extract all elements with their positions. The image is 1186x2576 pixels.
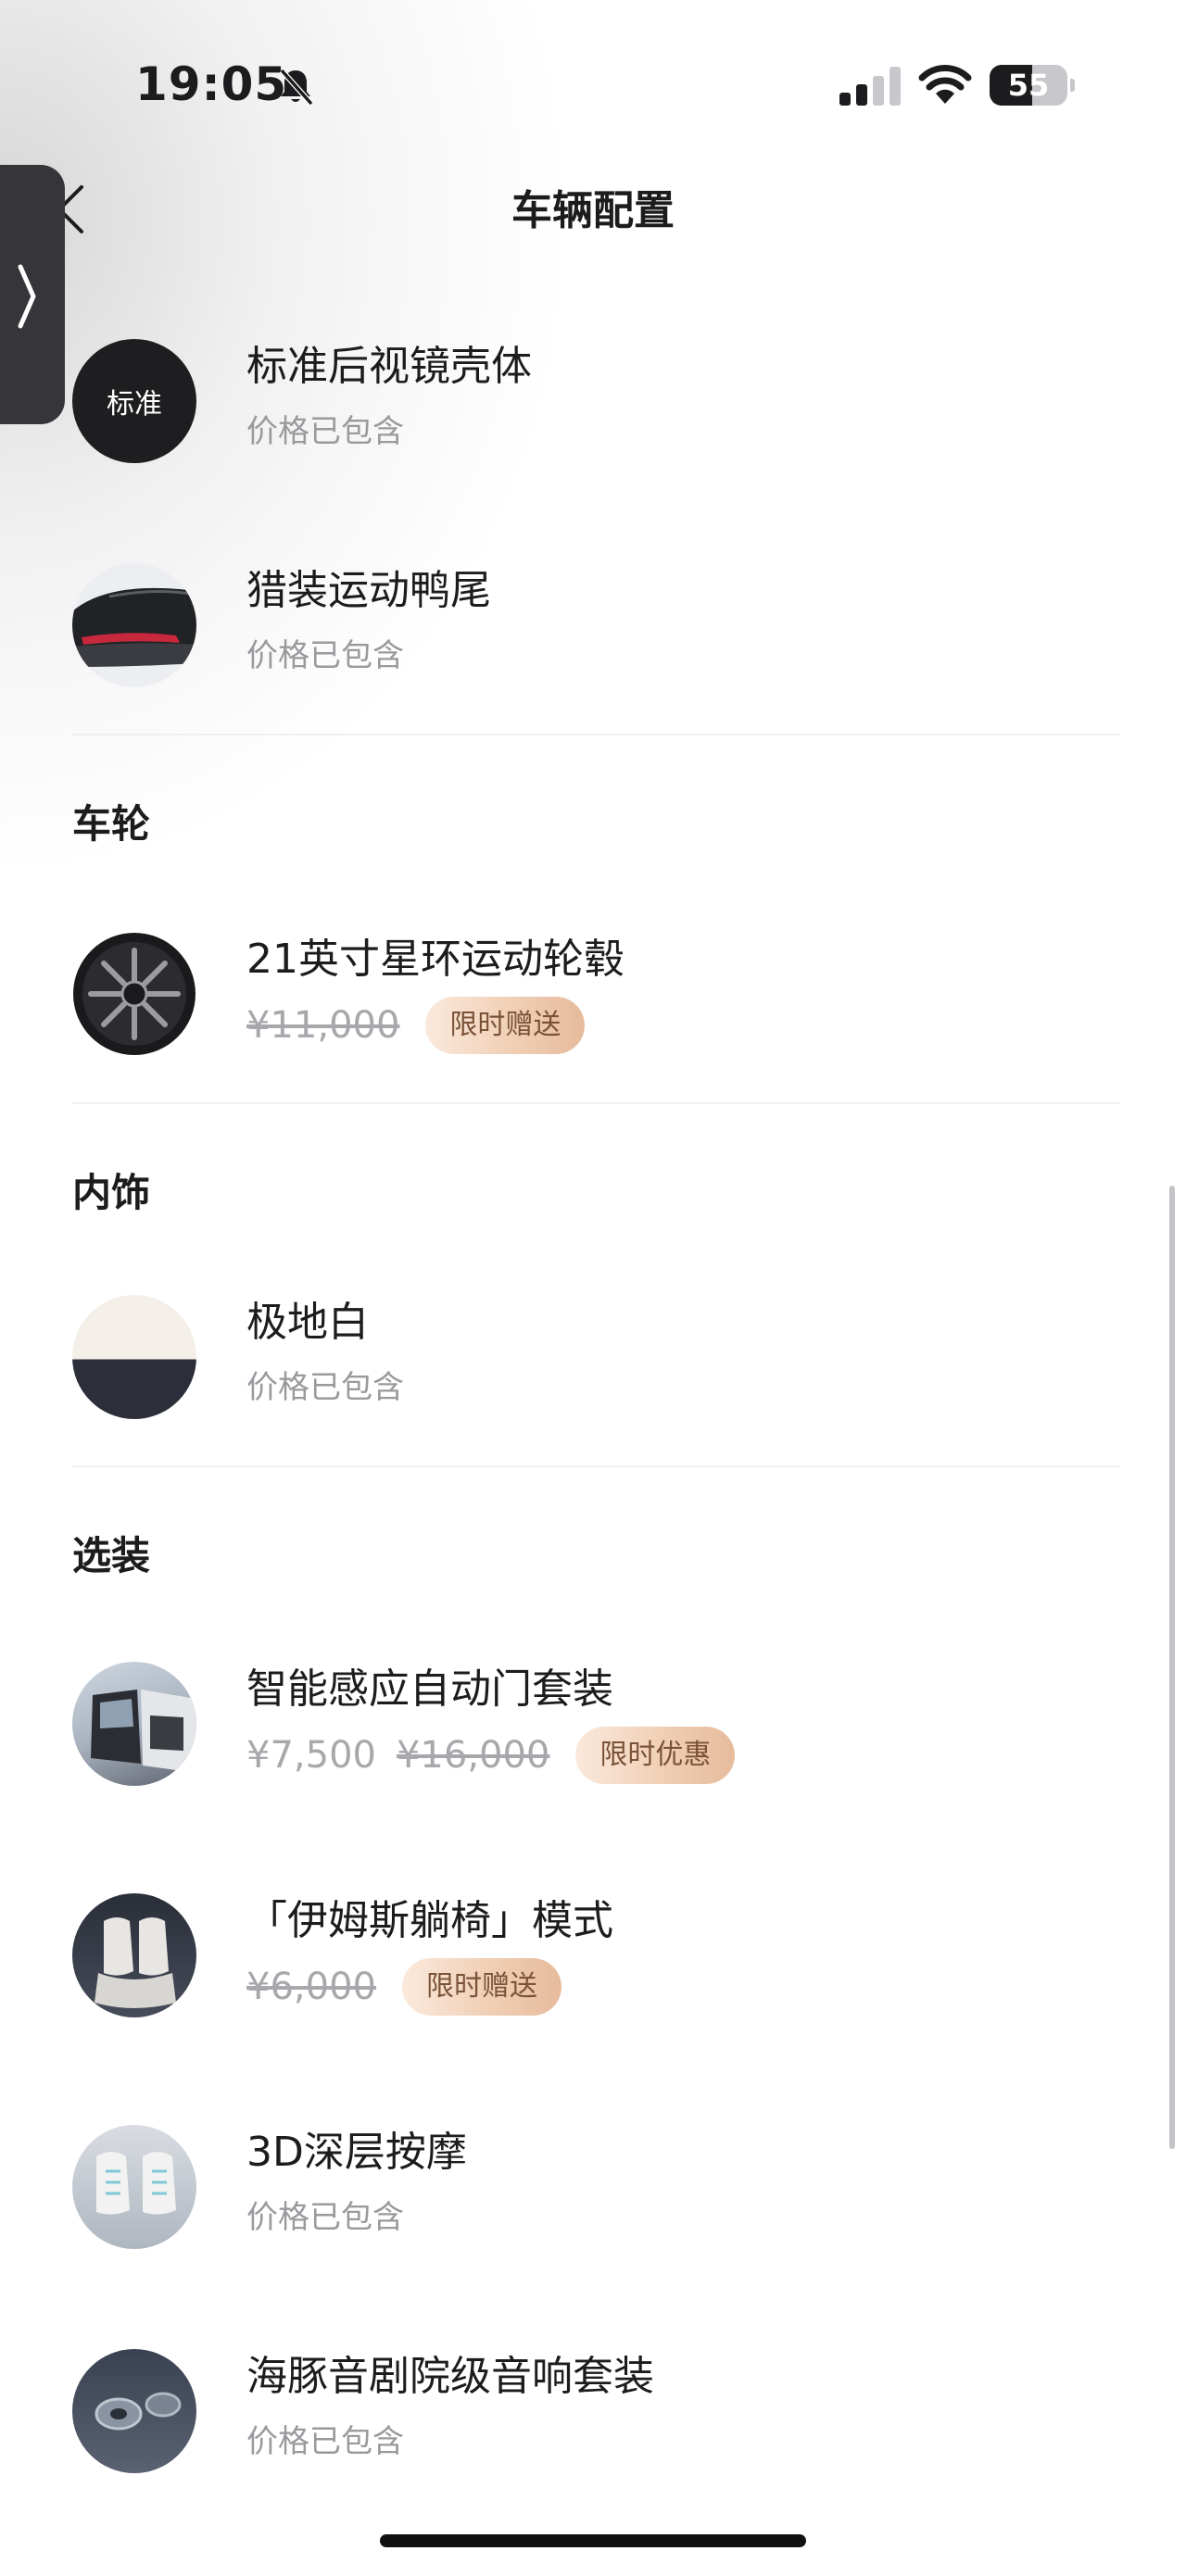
- promo-badge: 限时赠送: [401, 1958, 561, 2016]
- section-title-interior: 内饰: [72, 1170, 151, 1215]
- original-price: ¥16,000: [396, 1734, 550, 1777]
- item-price-status: 价格已包含: [246, 2199, 404, 2236]
- thumbnail-label: 标准: [107, 388, 162, 421]
- floating-side-tab[interactable]: [0, 165, 65, 424]
- auto-door-thumbnail: [72, 1662, 196, 1786]
- audio-speaker-thumbnail: [72, 2349, 196, 2473]
- speaker-image-icon: [95, 2392, 182, 2431]
- item-price-status: 价格已包含: [246, 637, 404, 674]
- divider: [72, 734, 1119, 735]
- status-time: 19:05: [135, 57, 288, 111]
- standard-mirror-thumbnail: 标准: [72, 339, 196, 463]
- original-price: ¥11,000: [246, 1004, 400, 1047]
- wheel-thumbnail: [72, 932, 196, 1056]
- item-price-status: 价格已包含: [246, 413, 404, 450]
- page-title: 车辆配置: [511, 187, 675, 234]
- cellular-signal-icon: [839, 67, 901, 106]
- wifi-icon: [918, 65, 972, 104]
- divider: [72, 1465, 1119, 1467]
- chevron-right-icon: [18, 264, 36, 329]
- item-price-status: 价格已包含: [246, 1369, 404, 1406]
- list-item-mirror-shell[interactable]: 标准 标准后视镜壳体 价格已包含: [72, 339, 1119, 478]
- massage-seat-image-icon: [96, 2152, 176, 2215]
- bell-muted-icon: [279, 69, 314, 106]
- list-item-eames-mode[interactable]: 「伊姆斯躺椅」模式 ¥6,000 限时赠送: [72, 1893, 1119, 2032]
- eames-seat-thumbnail: [72, 1893, 196, 2017]
- massage-seat-thumbnail: [72, 2125, 196, 2249]
- promo-badge: 限时赠送: [425, 997, 586, 1054]
- duck-tail-thumbnail: [72, 563, 196, 687]
- scroll-indicator[interactable]: [1169, 1186, 1175, 2149]
- item-price-status: 价格已包含: [246, 2423, 404, 2460]
- section-title-wheels: 车轮: [72, 801, 151, 847]
- status-bar: 19:05 55: [0, 0, 1186, 167]
- item-name: 猎装运动鸭尾: [246, 567, 491, 614]
- item-name: 「伊姆斯躺椅」模式: [246, 1897, 613, 1944]
- current-price: ¥7,500: [246, 1734, 376, 1777]
- list-item-duck-tail[interactable]: 猎装运动鸭尾 价格已包含: [72, 563, 1119, 702]
- list-item-3d-massage[interactable]: 3D深层按摩 价格已包含: [72, 2125, 1119, 2264]
- item-name: 极地白: [246, 1299, 369, 1346]
- wheel-image-icon: [73, 933, 196, 1055]
- promo-badge: 限时优惠: [575, 1727, 736, 1784]
- battery-percent: 55: [1007, 68, 1050, 103]
- divider: [72, 1102, 1119, 1104]
- item-price-row: ¥7,500 ¥16,000 限时优惠: [246, 1727, 736, 1784]
- car-rear-image-icon: [72, 587, 196, 667]
- item-name: 21英寸星环运动轮毂: [246, 936, 625, 983]
- list-item-interior-color[interactable]: 极地白 价格已包含: [72, 1295, 1119, 1434]
- original-price: ¥6,000: [246, 1966, 376, 2008]
- home-indicator[interactable]: [380, 2534, 806, 2547]
- list-item-wheel[interactable]: 21英寸星环运动轮毂 ¥11,000 限时赠送: [72, 932, 1119, 1071]
- car-door-image-icon: [91, 1690, 196, 1773]
- list-item-audio-system[interactable]: 海豚音剧院级音响套装 价格已包含: [72, 2349, 1119, 2488]
- item-price-row: ¥6,000 限时赠送: [246, 1958, 561, 2016]
- item-price-row: ¥11,000 限时赠送: [246, 997, 586, 1054]
- item-name: 3D深层按摩: [246, 2129, 467, 2176]
- polar-white-swatch: [72, 1295, 196, 1419]
- seat-image-icon: [95, 1917, 176, 2008]
- section-title-options: 选装: [72, 1533, 151, 1578]
- item-name: 智能感应自动门套装: [246, 1665, 613, 1713]
- item-name: 海豚音剧院级音响套装: [246, 2353, 654, 2400]
- list-item-auto-door[interactable]: 智能感应自动门套装 ¥7,500 ¥16,000 限时优惠: [72, 1662, 1119, 1801]
- battery-indicator: 55: [990, 65, 1075, 106]
- item-name: 标准后视镜壳体: [246, 343, 532, 390]
